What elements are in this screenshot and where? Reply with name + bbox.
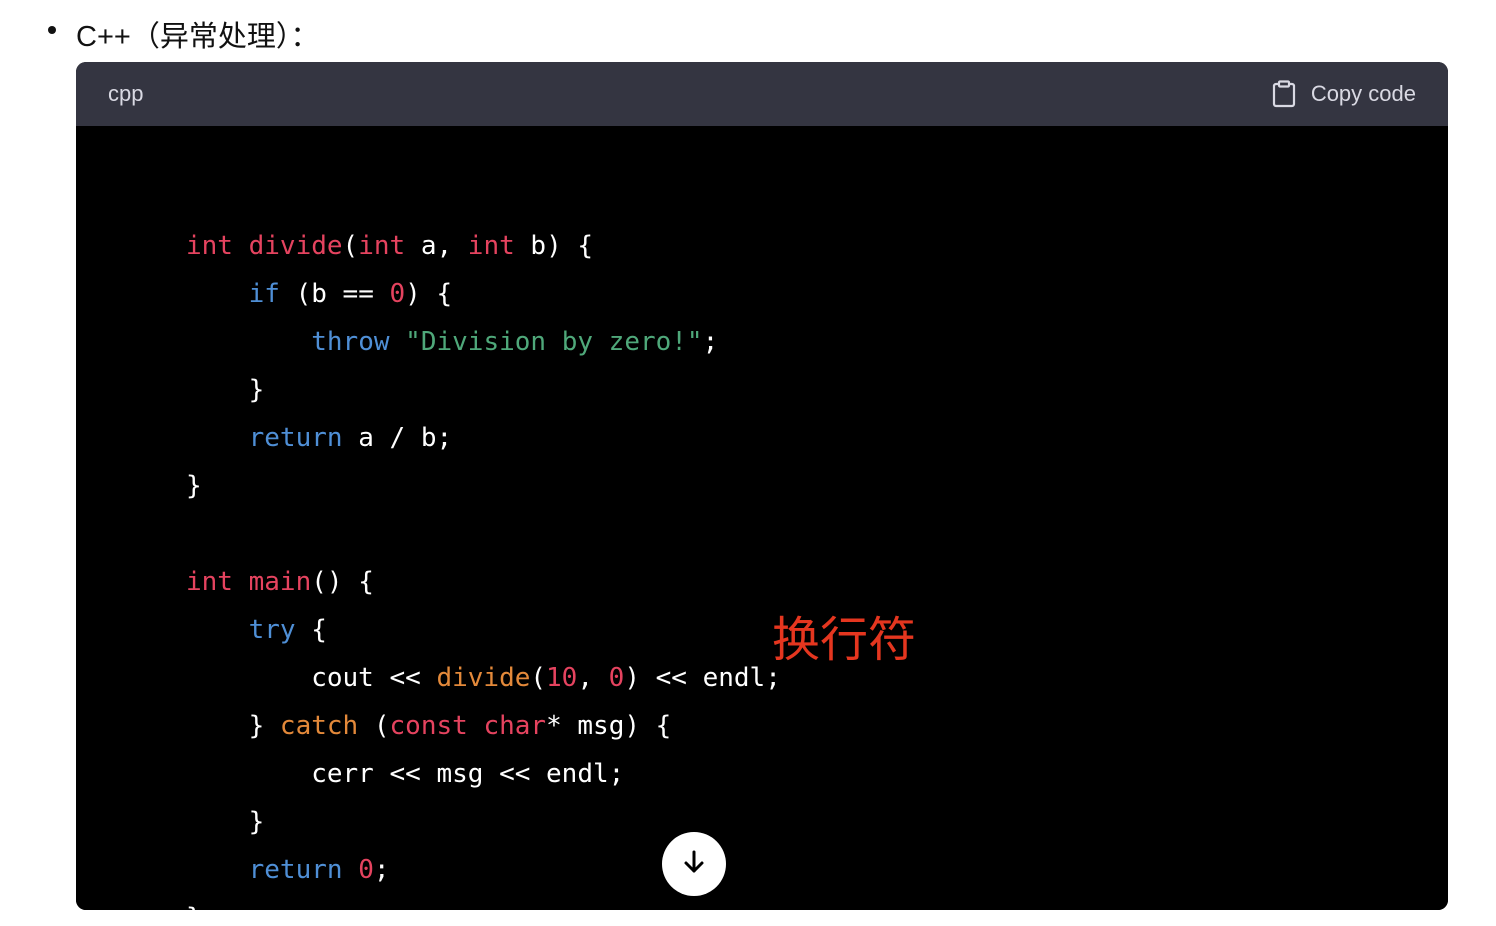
code-line: return a / b; [248,423,453,453]
code-line: try { [248,615,327,645]
code-line: cerr << msg << endl; [186,759,625,789]
arrow-down-icon [680,848,708,881]
code-line: int divide(int a, int b) { [186,231,594,261]
annotation-label: 换行符 [772,612,917,668]
code-line: } [186,375,265,405]
code-line: return 0; [248,855,390,885]
copy-code-button[interactable]: Copy code [1271,80,1416,108]
code-line: throw "Division by zero!"; [311,327,719,357]
scroll-to-bottom-button[interactable] [662,832,726,896]
code-line: } [186,471,202,501]
code-header: cpp Copy code [76,62,1448,126]
code-line: } [186,894,202,910]
code-block: cpp Copy code int divide(int a, int b) {… [76,62,1448,910]
bullet-text: C++（异常处理）： [76,21,320,53]
bullet-item: C++（异常处理）： [48,14,319,54]
code-line: cout << divide(10, 0) << endl; [186,663,781,693]
code-line: } catch (const char* msg) { [186,711,672,741]
bullet-dot [48,26,56,34]
code-line: if (b == 0) { [248,279,453,309]
code-line: int main() { [186,567,374,597]
code-line: } [186,807,265,837]
code-language-label: cpp [108,81,144,106]
copy-code-label: Copy code [1310,81,1416,106]
clipboard-icon [1271,80,1297,108]
code-body: int divide(int a, int b) { if (b == 0) {… [76,126,1448,910]
